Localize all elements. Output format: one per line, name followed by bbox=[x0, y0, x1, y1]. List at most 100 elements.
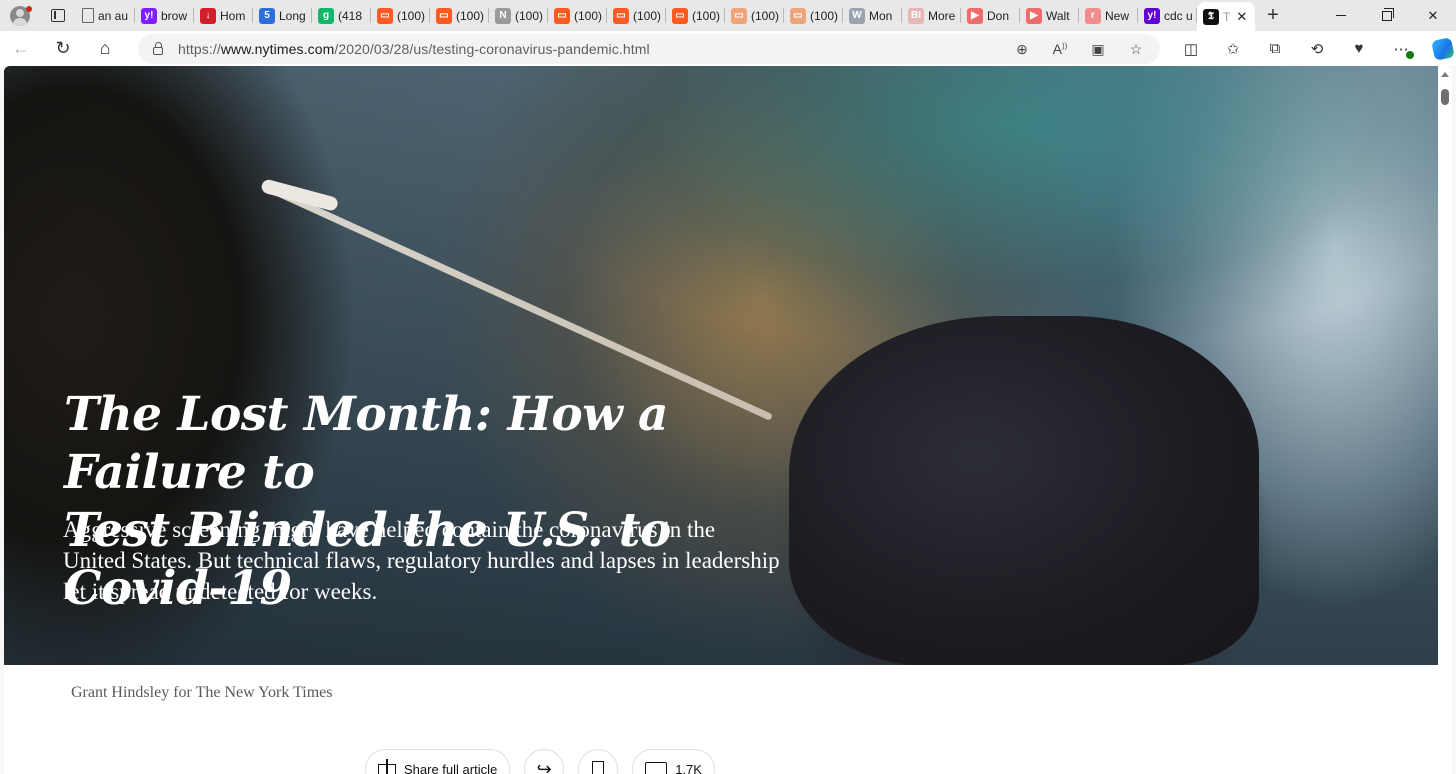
tab-title: New bbox=[1105, 8, 1130, 23]
wordpress-icon: W bbox=[849, 7, 865, 24]
share-label: Share full article bbox=[404, 761, 498, 774]
save-button[interactable] bbox=[578, 749, 619, 774]
close-icon: ✕ bbox=[1427, 7, 1439, 23]
tab-18[interactable]: r New bbox=[1079, 0, 1138, 31]
orange-bookmark-icon: ▭ bbox=[377, 7, 393, 24]
tab-strip: an au y! brow ↓ Hom 5 Long g (418 ▭ (100) ▭ (100) N (1… bbox=[0, 0, 1456, 31]
tab-list: an au y! brow ↓ Hom 5 Long g (418 ▭ (100) ▭ (100) N (1… bbox=[76, 0, 1255, 31]
tab-actions-icon bbox=[51, 9, 65, 22]
tab-2[interactable]: y! brow bbox=[135, 0, 194, 31]
newspaper-icon: N bbox=[495, 7, 511, 24]
immersive-reader-icon[interactable]: ▣ bbox=[1084, 41, 1112, 58]
tab-4[interactable]: 5 Long bbox=[253, 0, 312, 31]
close-window-button[interactable]: ✕ bbox=[1410, 0, 1456, 31]
tab-19[interactable]: y! cdc u bbox=[1138, 0, 1197, 31]
back-button[interactable]: ← bbox=[0, 31, 42, 66]
tab-title: (418 bbox=[338, 8, 363, 23]
url-host: www.nytimes.com bbox=[220, 41, 335, 57]
site-info-button[interactable] bbox=[138, 42, 178, 55]
tab-title: cdc u bbox=[1164, 8, 1193, 23]
tab-5[interactable]: g (418 bbox=[312, 0, 371, 31]
tab-title: brow bbox=[161, 8, 188, 23]
back-arrow-icon: ← bbox=[12, 38, 30, 58]
split-screen-icon[interactable]: ◫ bbox=[1170, 31, 1212, 66]
tab-9[interactable]: ▭ (100) bbox=[548, 0, 607, 31]
light-orange-bookmark-icon: ▭ bbox=[790, 7, 806, 24]
youtube-icon: ▶ bbox=[967, 7, 983, 24]
tab-10[interactable]: ▭ (100) bbox=[607, 0, 666, 31]
yahoo-icon: y! bbox=[141, 7, 157, 24]
url-path: /2020/03/28/us/testing-coronavirus-pande… bbox=[334, 41, 650, 57]
tab-title: (100) bbox=[397, 8, 426, 23]
bi-icon: BI bbox=[908, 7, 924, 24]
yahoo-icon: y! bbox=[1144, 7, 1160, 24]
home-button[interactable]: ⌂ bbox=[84, 31, 126, 66]
tab-title: More bbox=[928, 8, 956, 23]
tab-14[interactable]: W Mon bbox=[843, 0, 902, 31]
green-g-icon: g bbox=[318, 7, 334, 24]
scroll-up-arrow-icon[interactable] bbox=[1441, 72, 1449, 77]
url-text[interactable]: https://www.nytimes.com/2020/03/28/us/te… bbox=[178, 41, 650, 57]
plus-icon: + bbox=[1267, 4, 1279, 26]
restore-icon bbox=[1382, 7, 1394, 21]
favorite-star-icon[interactable]: ☆ bbox=[1122, 41, 1150, 58]
notification-dot bbox=[26, 6, 32, 12]
tab-15[interactable]: BI More bbox=[902, 0, 961, 31]
new-tab-button[interactable]: + bbox=[1255, 0, 1291, 31]
address-bar-actions: ⊕ A)) ▣ ☆ bbox=[1008, 34, 1150, 64]
close-tab-icon[interactable]: ✕ bbox=[1236, 9, 1247, 25]
tab-actions-button[interactable] bbox=[40, 0, 76, 31]
update-badge bbox=[1406, 51, 1414, 59]
document-icon bbox=[82, 8, 94, 23]
toolbar-actions: ◫ ✩ ⧉ ⟲ ♥ ⋯ bbox=[1170, 31, 1456, 66]
collections-icon[interactable]: ⧉ bbox=[1254, 31, 1296, 66]
zoom-icon[interactable]: ⊕ bbox=[1008, 41, 1036, 58]
share-button[interactable]: ↪ bbox=[524, 749, 565, 774]
tab-title: Walt bbox=[1046, 8, 1070, 23]
tab-title: (100) bbox=[692, 8, 721, 23]
tab-16[interactable]: ▶ Don bbox=[961, 0, 1020, 31]
tab-12[interactable]: ▭ (100) bbox=[725, 0, 784, 31]
history-icon[interactable]: ⟲ bbox=[1296, 31, 1338, 66]
more-options-icon[interactable]: ⋯ bbox=[1380, 31, 1422, 66]
address-bar[interactable]: https://www.nytimes.com/2020/03/28/us/te… bbox=[138, 34, 1160, 64]
article-summary: Aggressive screening might have helped c… bbox=[63, 517, 780, 604]
tab-17[interactable]: ▶ Walt bbox=[1020, 0, 1079, 31]
minimize-button[interactable] bbox=[1318, 0, 1364, 31]
tab-active[interactable]: 𝕿 T ✕ bbox=[1197, 2, 1255, 31]
tab-title: (100) bbox=[574, 8, 603, 23]
refresh-button[interactable]: ↻ bbox=[42, 31, 84, 66]
article-actions: Share full article ↪ 1.7K bbox=[365, 749, 715, 774]
tab-title: Mon bbox=[869, 8, 893, 23]
tab-8[interactable]: N (100) bbox=[489, 0, 548, 31]
vertical-scrollbar[interactable] bbox=[1438, 66, 1452, 774]
favorites-icon[interactable]: ✩ bbox=[1212, 31, 1254, 66]
profile-button[interactable] bbox=[0, 0, 40, 31]
blue-5-icon: 5 bbox=[259, 7, 275, 24]
hero-image: The Lost Month: How a Failure to Test Bl… bbox=[4, 66, 1438, 665]
tab-title: (100) bbox=[456, 8, 485, 23]
copilot-button[interactable] bbox=[1422, 31, 1456, 66]
window-controls: ✕ bbox=[1318, 0, 1456, 31]
bookmark-icon bbox=[592, 761, 605, 774]
scroll-thumb[interactable] bbox=[1441, 89, 1449, 105]
tab-title: Don bbox=[987, 8, 1010, 23]
lock-icon bbox=[153, 42, 163, 55]
read-aloud-icon[interactable]: A)) bbox=[1046, 41, 1074, 57]
tab-title: T bbox=[1223, 9, 1231, 24]
tab-3[interactable]: ↓ Hom bbox=[194, 0, 253, 31]
tab-title: an au bbox=[98, 8, 129, 23]
tab-7[interactable]: ▭ (100) bbox=[430, 0, 489, 31]
tab-6[interactable]: ▭ (100) bbox=[371, 0, 430, 31]
tab-title: (100) bbox=[633, 8, 662, 23]
orange-bookmark-icon: ▭ bbox=[436, 7, 452, 24]
orange-bookmark-icon: ▭ bbox=[672, 7, 688, 24]
share-full-article-button[interactable]: Share full article bbox=[365, 749, 511, 774]
performance-icon[interactable]: ♥ bbox=[1338, 31, 1380, 66]
tab-1[interactable]: an au bbox=[76, 0, 135, 31]
tab-11[interactable]: ▭ (100) bbox=[666, 0, 725, 31]
restore-button[interactable] bbox=[1364, 0, 1410, 31]
url-scheme: https:// bbox=[178, 41, 221, 57]
tab-13[interactable]: ▭ (100) bbox=[784, 0, 843, 31]
comments-button[interactable]: 1.7K bbox=[632, 749, 715, 774]
